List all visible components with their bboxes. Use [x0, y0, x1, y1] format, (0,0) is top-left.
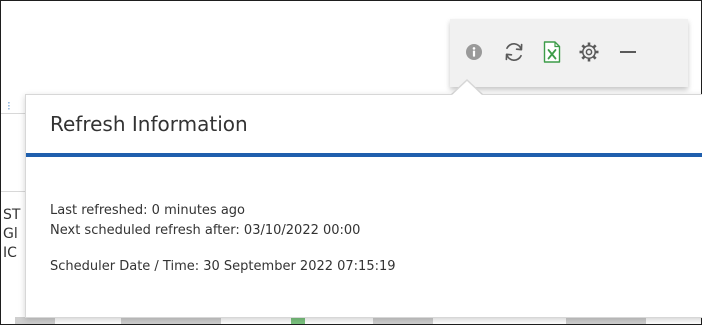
- background-text-fragment: Gl: [3, 226, 18, 242]
- refresh-button[interactable]: [496, 34, 532, 70]
- window-frame: ⁝ ST Gl IC Refresh Information Last refr…: [0, 0, 702, 325]
- scheduler-datetime-text: Scheduler Date / Time: 30 September 2022…: [50, 259, 396, 274]
- info-button[interactable]: [456, 34, 492, 70]
- popup-body: Last refreshed: 0 minutes ago Next sched…: [50, 201, 396, 277]
- popup-title: Refresh Information: [50, 112, 248, 136]
- widget-toolbar: [450, 19, 688, 87]
- minimize-icon: [620, 51, 636, 53]
- export-excel-button[interactable]: [534, 34, 570, 70]
- background-cell: [121, 317, 221, 324]
- refresh-info-popup: Refresh Information Last refreshed: 0 mi…: [25, 94, 702, 318]
- background-cell: [15, 317, 55, 324]
- background-cell: [291, 317, 305, 324]
- background-text-fragment: IC: [3, 245, 17, 261]
- settings-button[interactable]: [571, 34, 607, 70]
- refresh-icon: [505, 42, 523, 62]
- background-table-row: [1, 317, 701, 324]
- next-refresh-text: Next scheduled refresh after: 03/10/2022…: [50, 223, 361, 238]
- background-text-fragment: ST: [3, 207, 21, 223]
- popup-accent-rule: [26, 153, 702, 157]
- background-cell: [566, 317, 646, 324]
- background-cell: [373, 317, 433, 324]
- last-refreshed-text: Last refreshed: 0 minutes ago: [50, 203, 246, 218]
- info-icon: [466, 44, 482, 60]
- background-marker: ⁝: [7, 99, 11, 113]
- minimize-button[interactable]: [610, 34, 646, 70]
- excel-icon: [543, 41, 561, 63]
- gear-icon: [579, 42, 599, 62]
- popup-pointer-fill: [451, 81, 483, 96]
